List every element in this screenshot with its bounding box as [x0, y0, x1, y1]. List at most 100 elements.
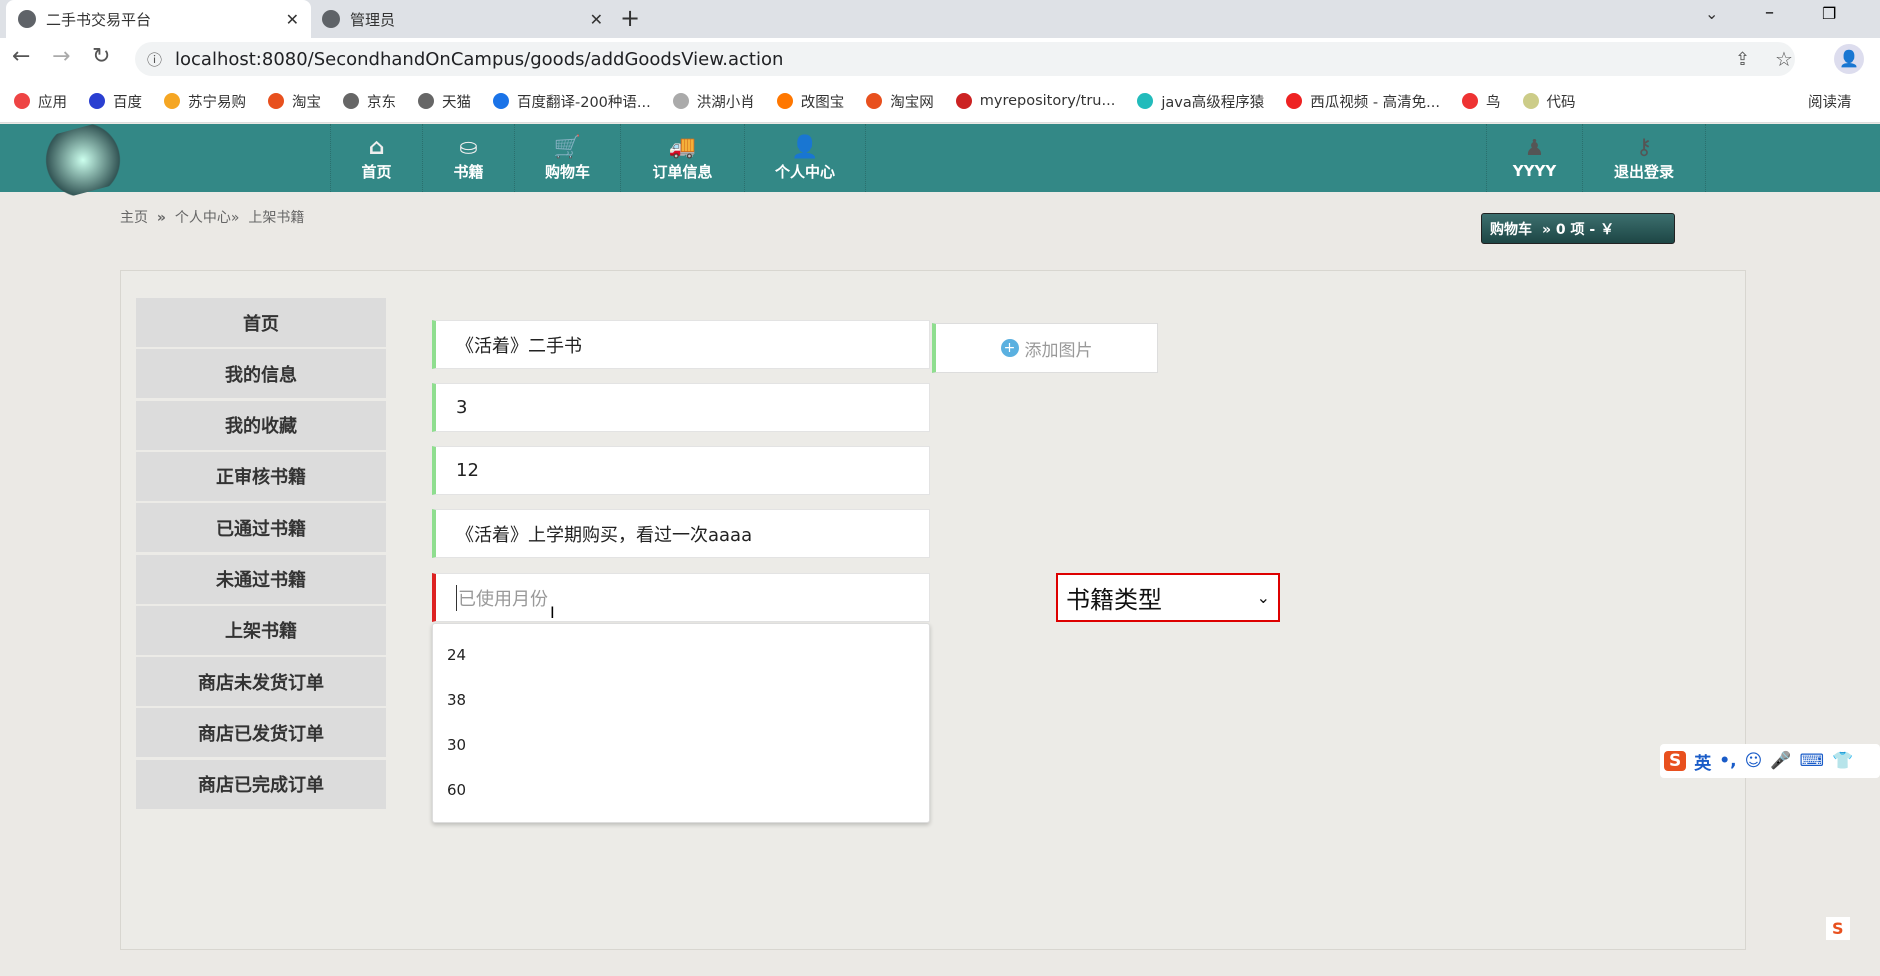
nav-home[interactable]: ⌂ 首页	[330, 124, 422, 192]
ime-mode[interactable]: 英	[1694, 749, 1711, 774]
bookmark-label: 应用	[38, 94, 67, 111]
nav-label: 购物车	[544, 162, 590, 181]
suggestion-item[interactable]: 24	[447, 646, 466, 664]
sogou-mini-icon[interactable]: S	[1826, 917, 1850, 940]
bookmark-icon	[164, 93, 180, 109]
sidebar-item[interactable]: 未通过书籍	[136, 554, 386, 604]
bookmark-item[interactable]: 百度	[89, 91, 142, 112]
sidebar-item[interactable]: 已通过书籍	[136, 503, 386, 553]
new-tab-button[interactable]: +	[620, 4, 640, 32]
bookmark-item[interactable]: 西瓜视频 - 高清免...	[1286, 91, 1440, 112]
bookmark-icon	[268, 93, 284, 109]
bookmark-item[interactable]: 代码	[1522, 91, 1576, 112]
description-value: 《活着》上学期购买，看过一次aaaa	[456, 524, 753, 546]
bookmark-label: 西瓜视频 - 高清免...	[1310, 94, 1440, 111]
back-icon[interactable]: ←	[12, 44, 30, 69]
ime-toolbar[interactable]: S 英 •, ☺ 🎤 ⌨ 👕	[1660, 744, 1880, 778]
bookmark-item[interactable]: 天猫	[418, 91, 471, 112]
mic-icon[interactable]: 🎤	[1770, 751, 1791, 771]
punctuation-icon[interactable]: •,	[1719, 751, 1736, 771]
sidebar-item[interactable]: 上架书籍	[136, 605, 386, 655]
sidebar-item[interactable]: 商店已完成订单	[136, 759, 386, 809]
nav-books[interactable]: ⛀ 书籍	[422, 124, 514, 192]
add-image-button[interactable]: + 添加图片	[932, 323, 1158, 373]
basket-icon: ⛀	[459, 134, 478, 160]
bookmark-item[interactable]: 洪湖小肖	[672, 91, 755, 112]
tab-search-icon[interactable]: ⌄	[1705, 4, 1718, 23]
bookmark-item[interactable]: 应用	[14, 91, 67, 112]
address-bar[interactable]: ⓘ localhost:8080/SecondhandOnCampus/goods…	[135, 42, 1795, 76]
minimize-button[interactable]: –	[1765, 2, 1774, 23]
sidebar-item[interactable]: 我的信息	[136, 349, 386, 399]
nav-logout[interactable]: ⚷ 退出登录	[1582, 124, 1706, 192]
sidebar-item[interactable]: 我的收藏	[136, 400, 386, 450]
title-input[interactable]: 《活着》二手书	[432, 320, 930, 369]
tab-title: 管理员	[350, 10, 396, 29]
nav-orders[interactable]: 🚚 订单信息	[620, 124, 744, 192]
suggestion-item[interactable]: 30	[447, 736, 466, 754]
restore-button[interactable]: ❐	[1822, 4, 1836, 23]
bookmark-icon	[866, 93, 883, 109]
bookmark-label: java高级程序猿	[1161, 94, 1265, 111]
bookmark-icon	[1137, 93, 1154, 109]
sidebar-item[interactable]: 商店已发货订单	[136, 708, 386, 758]
cart-icon: 🛒	[553, 134, 582, 160]
breadcrumb-home[interactable]: 主页	[120, 210, 148, 226]
bookmark-label: 百度翻译-200种语...	[517, 94, 651, 111]
keyboard-icon[interactable]: ⌨	[1799, 751, 1824, 771]
months-used-input[interactable]: 已使用月份	[432, 573, 930, 622]
users-icon: ♟	[1524, 136, 1545, 161]
bookmark-item[interactable]: java高级程序猿	[1137, 91, 1264, 112]
emoji-icon[interactable]: ☺	[1745, 751, 1763, 771]
bookmark-item[interactable]: 淘宝网	[866, 91, 934, 112]
site-nav: ⌂ 首页 ⛀ 书籍 🛒 购物车 🚚 订单信息 👤 个人中心 ♟ YYYY ⚷ 退出登录	[0, 118, 1880, 202]
breadcrumb-personal[interactable]: 个人中心»	[175, 210, 240, 226]
share-icon[interactable]: ⇪	[1735, 49, 1750, 70]
bookmark-label: 代码	[1546, 94, 1576, 111]
nav-personal[interactable]: 👤 个人中心	[744, 124, 866, 192]
tab-admin[interactable]: 管理员 ✕	[310, 0, 615, 38]
bookmarks-bar: 应用 百度 苏宁易购 淘宝 京东 天猫 百度翻译-200种语... 洪湖小肖 改图宝 淘宝网 myr…	[0, 80, 1880, 123]
bookmark-item[interactable]: 淘宝	[268, 91, 321, 112]
bookmark-item[interactable]: 苏宁易购	[164, 91, 246, 112]
star-icon[interactable]: ☆	[1775, 47, 1793, 71]
bookmark-label: 鸟	[1486, 94, 1501, 111]
bookmark-item[interactable]: 京东	[343, 91, 396, 112]
nav-cart[interactable]: 🛒 购物车	[514, 124, 620, 192]
bookmark-label: 百度	[113, 94, 142, 111]
close-icon[interactable]: ✕	[286, 10, 299, 29]
suggestion-item[interactable]: 38	[447, 691, 466, 709]
forward-icon[interactable]: →	[52, 44, 70, 69]
url-text: localhost:8080/SecondhandOnCampus/goods/…	[175, 48, 784, 70]
bookmark-item[interactable]: 百度翻译-200种语...	[493, 91, 651, 112]
sidebar-item[interactable]: 首页	[136, 298, 386, 347]
cart-summary[interactable]: 购物车 » 0 项 - ￥	[1481, 213, 1675, 244]
close-icon[interactable]: ✕	[590, 10, 603, 29]
user-add-icon: 👤	[791, 134, 819, 160]
sidebar-item[interactable]: 商店未发货订单	[136, 657, 386, 707]
shirt-icon[interactable]: 👕	[1832, 751, 1853, 771]
quantity-input[interactable]: 3	[432, 383, 930, 432]
bookmark-item[interactable]: 改图宝	[776, 91, 844, 112]
bookmark-item[interactable]: 鸟	[1462, 91, 1501, 112]
globe-icon	[18, 10, 36, 28]
sidebar-item[interactable]: 正审核书籍	[136, 451, 386, 501]
bookmark-icon	[343, 93, 359, 109]
bookmark-icon	[89, 93, 105, 109]
bookmark-item[interactable]: myrepository/tru...	[955, 93, 1115, 109]
price-input[interactable]: 12	[432, 446, 930, 495]
reading-list-button[interactable]: 阅读清	[1808, 91, 1852, 112]
reload-icon[interactable]: ↻	[92, 44, 110, 69]
suggestion-item[interactable]: 60	[447, 781, 466, 799]
profile-avatar[interactable]: 👤	[1834, 44, 1864, 74]
category-select[interactable]: 书籍类型 ⌄	[1056, 573, 1280, 622]
autocomplete-dropdown: 24 38 30 60	[432, 623, 930, 823]
tab-active[interactable]: 二手书交易平台 ✕	[6, 0, 311, 38]
bookmark-icon	[672, 93, 689, 109]
description-input[interactable]: 《活着》上学期购买，看过一次aaaa	[432, 509, 930, 558]
nav-label: 退出登录	[1613, 162, 1674, 181]
nav-label: 个人中心	[774, 162, 835, 181]
nav-user[interactable]: ♟ YYYY	[1486, 124, 1582, 192]
bookmark-label: 淘宝网	[890, 94, 934, 111]
bookmark-label: 淘宝	[292, 94, 321, 111]
